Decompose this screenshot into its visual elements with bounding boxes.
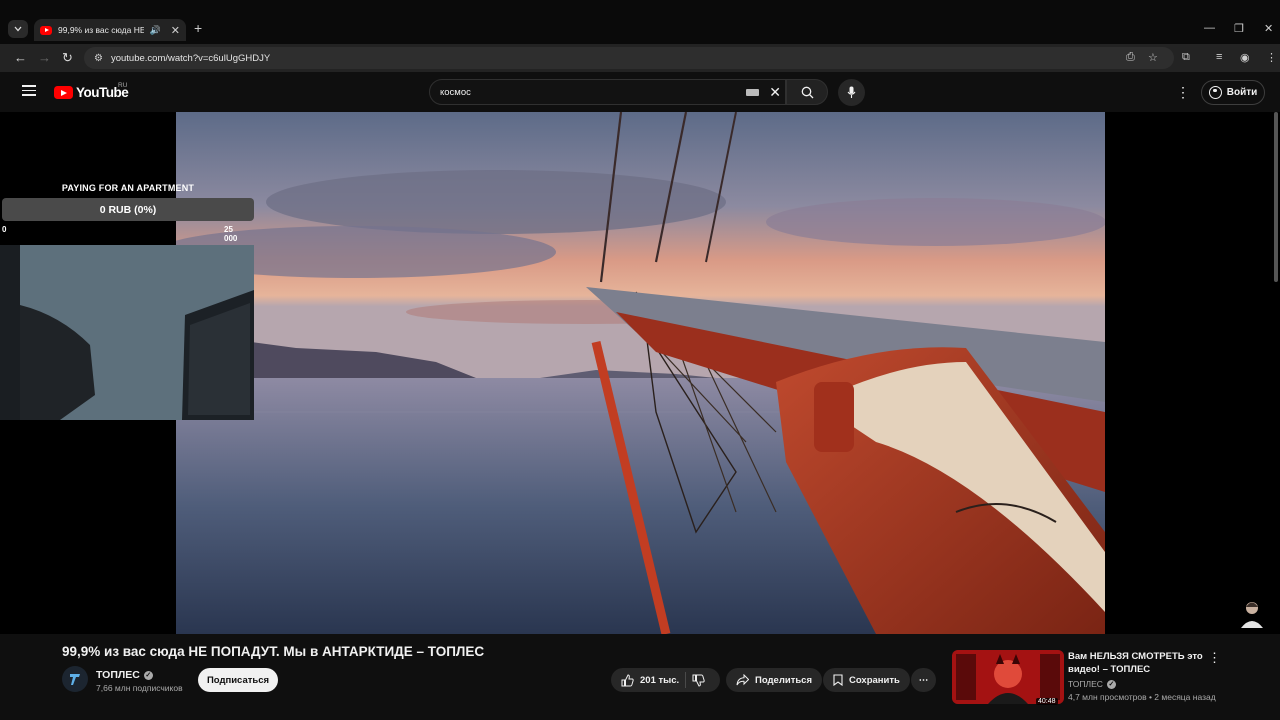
donation-goal-title: PAYING FOR AN APARTMENT bbox=[61, 183, 195, 193]
webcam-overlay bbox=[0, 245, 254, 420]
like-count[interactable]: 201 тыс. bbox=[640, 675, 679, 686]
video-details: 99,9% из вас сюда НЕ ПОПАДУТ. Мы в АНТАР… bbox=[0, 634, 1280, 720]
webcam-image bbox=[0, 245, 254, 420]
thumbs-down-icon[interactable] bbox=[692, 674, 705, 687]
address-bar[interactable]: ⚙ youtube.com/watch?v=c6ulUgGHDJY bbox=[84, 47, 1174, 69]
video-duration: 40:48 bbox=[1036, 698, 1058, 705]
close-tab-icon[interactable]: ✕ bbox=[171, 24, 180, 37]
recommended-channel-name[interactable]: ТОПЛЕС bbox=[1068, 679, 1103, 689]
video-player[interactable]: PAYING FOR AN APARTMENT 0 RUB (0%) 0 25 … bbox=[0, 112, 1280, 634]
channel-name[interactable]: ТОПЛЕС ✓ bbox=[96, 669, 153, 681]
new-tab-button[interactable]: + bbox=[194, 20, 202, 36]
browser-tab-active[interactable]: 99,9% из вас сюда НЕ ПОПАДУТ. 🔊 ✕ bbox=[34, 19, 186, 41]
donation-status: 0 RUB (0%) bbox=[99, 203, 157, 216]
subscriber-count: 7,66 млн подписчиков bbox=[96, 683, 183, 693]
recommendation-menu-icon[interactable]: ⋮ bbox=[1208, 650, 1221, 666]
install-app-icon[interactable]: ⎙ bbox=[1126, 51, 1135, 64]
search-button[interactable] bbox=[786, 79, 828, 105]
more-actions-button[interactable]: ⋯ bbox=[911, 668, 936, 692]
donation-range-max: 25 000 bbox=[224, 225, 238, 243]
url-text[interactable]: youtube.com/watch?v=c6ulUgGHDJY bbox=[111, 53, 270, 64]
recommended-video-meta: 4,7 млн просмотров • 2 месяца назад bbox=[1068, 692, 1216, 702]
like-dislike-group: 201 тыс. bbox=[611, 668, 720, 692]
verified-badge-icon: ✓ bbox=[143, 670, 153, 680]
extensions-icon[interactable]: ⧉ bbox=[1182, 51, 1190, 64]
browser-menu-icon[interactable]: ⋮ bbox=[1266, 51, 1277, 64]
recommended-video-thumbnail[interactable] bbox=[952, 650, 1064, 704]
youtube-favicon-icon bbox=[40, 25, 52, 35]
video-frame-image bbox=[176, 112, 1105, 634]
profile-icon[interactable]: ◉ bbox=[1240, 51, 1250, 64]
recommended-channel[interactable]: ТОПЛЕС ✓ bbox=[1068, 679, 1116, 689]
video-title: 99,9% из вас сюда НЕ ПОПАДУТ. Мы в АНТАР… bbox=[62, 644, 485, 659]
save-label: Сохранить bbox=[849, 674, 900, 686]
media-controls-icon[interactable]: ≡ bbox=[1216, 51, 1222, 63]
back-arrow-icon[interactable]: ← bbox=[14, 50, 27, 65]
share-label: Поделиться bbox=[755, 674, 813, 686]
share-arrow-icon bbox=[736, 674, 749, 686]
browser-tab-bar: 99,9% из вас сюда НЕ ПОПАДУТ. 🔊 ✕ + — ❐ … bbox=[0, 0, 1280, 44]
like-divider bbox=[685, 672, 687, 688]
audio-playing-icon[interactable]: 🔊 bbox=[150, 25, 161, 36]
bookmark-star-icon[interactable]: ☆ bbox=[1148, 51, 1158, 64]
microphone-icon bbox=[847, 86, 856, 98]
clear-search-icon[interactable]: ✕ bbox=[769, 84, 781, 101]
page-scrollbar[interactable] bbox=[1274, 112, 1278, 282]
settings-more-icon[interactable]: ⋮ bbox=[1176, 84, 1190, 101]
avatar-image bbox=[1241, 602, 1263, 628]
voice-search-button[interactable] bbox=[838, 79, 865, 106]
close-window-icon[interactable]: ✕ bbox=[1264, 22, 1273, 35]
keyboard-icon[interactable] bbox=[746, 88, 760, 96]
subscribe-button[interactable]: Подписаться bbox=[198, 668, 278, 692]
tab-search-button[interactable] bbox=[8, 20, 28, 38]
thumbnail-image bbox=[952, 650, 1064, 704]
youtube-play-icon bbox=[54, 86, 73, 99]
tab-title: 99,9% из вас сюда НЕ ПОПАДУТ. bbox=[58, 25, 144, 35]
search-input[interactable]: космос ✕ bbox=[429, 79, 786, 105]
donation-progress-bar: 0 RUB (0%) bbox=[2, 198, 254, 221]
signin-label: Войти bbox=[1226, 87, 1258, 98]
streamer-avatar bbox=[1238, 598, 1266, 628]
search-icon bbox=[801, 86, 813, 98]
channel-name-text[interactable]: ТОПЛЕС bbox=[96, 669, 140, 681]
verified-badge-icon: ✓ bbox=[1106, 679, 1116, 689]
channel-avatar[interactable] bbox=[62, 666, 88, 692]
save-button[interactable]: Сохранить bbox=[823, 668, 910, 692]
search-query-text[interactable]: космос bbox=[440, 87, 746, 98]
donation-range-min: 0 bbox=[2, 225, 7, 234]
youtube-header: YouTube RU космос ✕ ⋮ Войти bbox=[0, 72, 1280, 112]
reload-icon[interactable]: ↻ bbox=[62, 50, 73, 66]
site-info-icon[interactable]: ⚙ bbox=[94, 53, 103, 64]
recommended-video-title[interactable]: Вам НЕЛЬЗЯ СМОТРЕТЬ это видео! – ТОПЛЕС bbox=[1068, 650, 1208, 676]
region-code: RU bbox=[118, 82, 128, 89]
chevron-down-icon bbox=[14, 26, 22, 32]
hamburger-menu-icon[interactable] bbox=[22, 85, 36, 96]
forward-arrow-icon[interactable]: → bbox=[38, 50, 51, 65]
account-circle-icon bbox=[1208, 86, 1222, 99]
browser-toolbar: ← → ↻ ⚙ youtube.com/watch?v=c6ulUgGHDJY … bbox=[0, 44, 1280, 72]
channel-logo-icon bbox=[70, 674, 80, 685]
thumbs-up-icon[interactable] bbox=[621, 673, 634, 687]
minimize-icon[interactable]: — bbox=[1204, 22, 1215, 34]
restore-window-icon[interactable]: ❐ bbox=[1234, 22, 1244, 35]
more-horizontal-icon: ⋯ bbox=[918, 674, 929, 686]
video-frame[interactable] bbox=[176, 112, 1105, 634]
bookmark-icon bbox=[833, 674, 843, 686]
share-button[interactable]: Поделиться bbox=[726, 668, 823, 692]
signin-button[interactable]: Войти bbox=[1201, 80, 1265, 105]
